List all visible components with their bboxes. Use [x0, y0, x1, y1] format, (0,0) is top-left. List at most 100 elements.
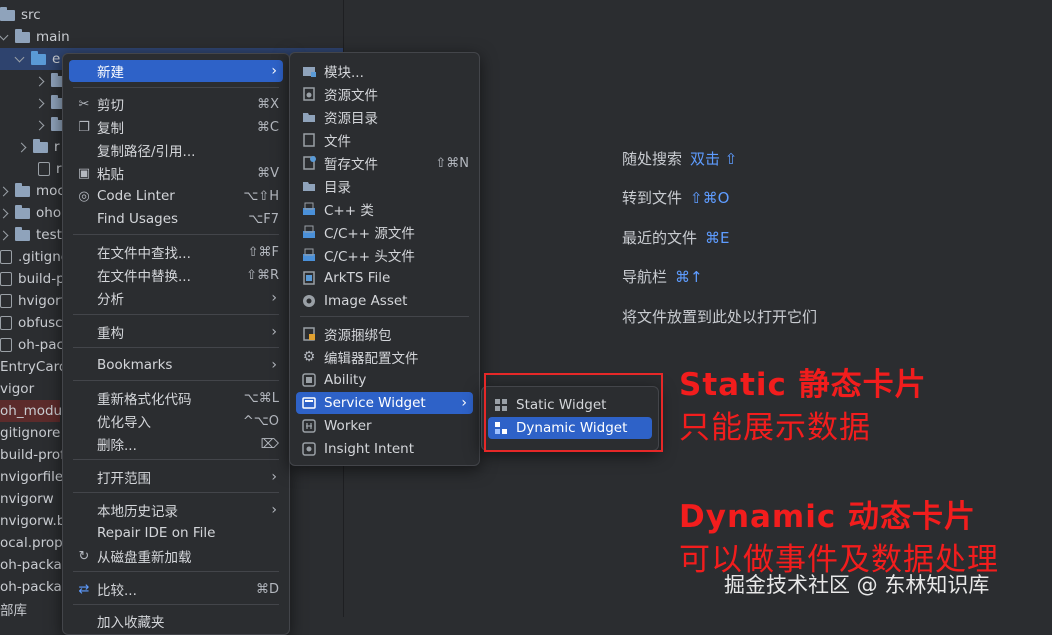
- chevron-right-icon[interactable]: [34, 120, 45, 130]
- menu-item-service-widget[interactable]: Service Widget ›: [296, 392, 473, 414]
- menu-item-repair-ide[interactable]: Repair IDE on File: [69, 522, 283, 544]
- tree-item-label: vigor: [0, 381, 35, 397]
- tree-item-resources[interactable]: r: [16, 136, 60, 158]
- menu-item-open-in[interactable]: 打开范围 ›: [69, 466, 283, 488]
- ability-icon: [302, 373, 316, 387]
- tree-item-label: main: [36, 29, 70, 45]
- tree-item-entrycard[interactable]: EntryCard: [0, 356, 68, 378]
- tree-item-module-json[interactable]: r: [38, 158, 62, 180]
- menu-item-paste[interactable]: ▣ 粘贴 ⌘V: [69, 162, 283, 184]
- tree-item-src[interactable]: src: [0, 4, 41, 26]
- menu-item-cpp-source[interactable]: C/C++ 源文件: [296, 221, 473, 243]
- tree-item-oh-modules[interactable]: oh_modul: [0, 400, 66, 422]
- shortcut-key: ⌘E: [705, 229, 730, 247]
- menu-item-cut[interactable]: ✂ 剪切 ⌘X: [69, 93, 283, 115]
- tree-item-main[interactable]: main: [0, 26, 70, 48]
- folder-icon: [15, 182, 30, 197]
- chevron-right-icon[interactable]: [34, 98, 45, 108]
- annotation-static-title: Static 静态卡片: [679, 367, 927, 403]
- tree-item-label: 部库: [0, 603, 27, 617]
- menu-separator: [73, 347, 279, 348]
- menu-item-bookmarks[interactable]: Bookmarks ›: [69, 354, 283, 376]
- menu-item-directory[interactable]: 目录: [296, 175, 473, 197]
- tree-item-oh-package-lock[interactable]: oh-packag: [0, 576, 70, 598]
- menu-item-find-in-files[interactable]: 在文件中查找... ⇧⌘F: [69, 241, 283, 263]
- menu-item-resource-file[interactable]: 资源文件: [296, 83, 473, 105]
- tree-item-label: oh-pac: [18, 337, 64, 353]
- menu-item-cpp-class[interactable]: C++ 类: [296, 198, 473, 220]
- menu-separator: [73, 459, 279, 460]
- menu-item-local-history[interactable]: 本地历史记录 ›: [69, 499, 283, 521]
- menu-item-reload-from-disk[interactable]: ↻ 从磁盘重新加载: [69, 545, 283, 567]
- menu-item-resource-directory[interactable]: 资源目录: [296, 106, 473, 128]
- tree-item-obfuscation[interactable]: obfusca: [0, 312, 71, 334]
- directory-icon: [302, 179, 316, 193]
- tree-item-hvigorw[interactable]: nvigorw: [0, 488, 54, 510]
- menu-item-insight-intent[interactable]: Insight Intent: [296, 438, 473, 460]
- menu-item-analyze[interactable]: 分析 ›: [69, 287, 283, 309]
- tree-item-hvigorfile[interactable]: hvigorfi: [0, 290, 69, 312]
- menu-separator: [73, 604, 279, 605]
- tree-item-ohos-test[interactable]: oho: [0, 202, 61, 224]
- tree-item-local-properties[interactable]: ocal.prop: [0, 532, 63, 554]
- context-menu: 新建 › ✂ 剪切 ⌘X ❐ 复制 ⌘C 复制路径/引用... ▣ 粘贴 ⌘V ◎ Code L…: [62, 53, 290, 635]
- menu-item-resource-bundle[interactable]: 资源捆绑包: [296, 323, 473, 345]
- chevron-right-icon: ›: [271, 63, 277, 79]
- cpp-source-icon: [302, 225, 316, 239]
- tree-item-build-profile-root[interactable]: build-profi: [0, 444, 69, 466]
- tree-item-mock[interactable]: moc: [0, 180, 65, 202]
- tree-item-label: r: [54, 139, 60, 155]
- tree-item-gitignore[interactable]: .gitignc: [0, 246, 68, 268]
- menu-item-new[interactable]: 新建 ›: [69, 60, 283, 82]
- tree-item-test[interactable]: test: [0, 224, 62, 246]
- menu-item-worker[interactable]: Worker: [296, 415, 473, 437]
- chevron-right-icon[interactable]: [0, 186, 9, 196]
- chevron-right-icon[interactable]: [0, 208, 9, 218]
- menu-item-file[interactable]: 文件: [296, 129, 473, 151]
- tree-item-label: build-profi: [0, 447, 69, 463]
- worker-icon: [302, 419, 316, 433]
- menu-item-module[interactable]: 模块...: [296, 60, 473, 82]
- cpp-class-icon: [302, 202, 316, 216]
- tree-item-label: src: [21, 7, 41, 23]
- file-icon: [0, 294, 12, 308]
- menu-item-refactor[interactable]: 重构 ›: [69, 321, 283, 343]
- menu-item-editor-config[interactable]: ⚙ 编辑器配置文件: [296, 346, 473, 368]
- annotation-static-desc: 只能展示数据: [679, 410, 871, 446]
- folder-icon: [15, 226, 30, 241]
- tree-item-oh-package-json[interactable]: oh-packag: [0, 554, 70, 576]
- folder-icon: [15, 28, 30, 43]
- arkts-icon: [302, 271, 316, 285]
- menu-item-code-linter[interactable]: ◎ Code Linter ⌥⇧H: [69, 185, 283, 207]
- menu-item-add-to-favorites[interactable]: 加入收藏夹: [69, 610, 283, 632]
- chevron-right-icon[interactable]: [0, 230, 9, 240]
- menu-item-replace-in-files[interactable]: 在文件中替换... ⇧⌘R: [69, 264, 283, 286]
- menu-item-find-usages[interactable]: Find Usages ⌥F7: [69, 208, 283, 230]
- tree-item-external-libs[interactable]: 部库: [0, 598, 27, 617]
- menu-separator: [300, 316, 469, 317]
- chevron-down-icon[interactable]: [14, 52, 25, 62]
- tree-item-gitignore-root[interactable]: gitignore: [0, 422, 60, 444]
- chevron-right-icon[interactable]: [16, 142, 27, 152]
- tree-item-build-profile[interactable]: build-p: [0, 268, 65, 290]
- module-icon: [302, 64, 316, 78]
- folder-icon: [302, 110, 316, 124]
- hint-search-everywhere: 随处搜索 双击 ⇧: [622, 150, 738, 168]
- chevron-down-icon[interactable]: [0, 30, 9, 40]
- menu-item-optimize-imports[interactable]: 优化导入 ^⌥O: [69, 410, 283, 432]
- menu-item-arkts-file[interactable]: ArkTS File: [296, 267, 473, 289]
- menu-item-compare[interactable]: ⇄ 比较... ⌘D: [69, 578, 283, 600]
- menu-item-copy[interactable]: ❐ 复制 ⌘C: [69, 116, 283, 138]
- menu-item-reformat-code[interactable]: 重新格式化代码 ⌥⌘L: [69, 387, 283, 409]
- tree-item-oh-package[interactable]: oh-pac: [0, 334, 64, 356]
- menu-item-scratch-file[interactable]: 暂存文件 ⇧⌘N: [296, 152, 473, 174]
- tree-item-hvigor[interactable]: vigor: [0, 378, 34, 400]
- menu-item-copy-path[interactable]: 复制路径/引用...: [69, 139, 283, 161]
- menu-item-delete[interactable]: 删除... ⌦: [69, 433, 283, 455]
- menu-item-image-asset[interactable]: Image Asset: [296, 290, 473, 312]
- widget-icon: [302, 396, 316, 410]
- chevron-right-icon[interactable]: [34, 76, 45, 86]
- tree-item-label: .gitignc: [18, 249, 69, 265]
- menu-item-cpp-header[interactable]: C/C++ 头文件: [296, 244, 473, 266]
- menu-item-ability[interactable]: Ability: [296, 369, 473, 391]
